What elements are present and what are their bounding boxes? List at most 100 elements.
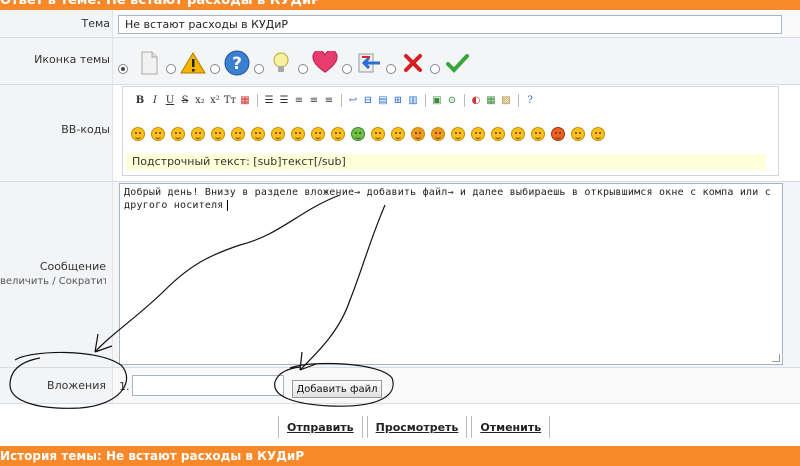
subject-input[interactable]: [118, 15, 782, 34]
list-button[interactable]: ☰: [262, 93, 276, 107]
radio-button[interactable]: [298, 64, 308, 74]
radio-button[interactable]: [386, 64, 396, 74]
link-button[interactable]: ↩: [346, 93, 360, 107]
form-actions: Отправить Просмотреть Отменить: [278, 416, 554, 438]
topic-icon-option-cross[interactable]: [386, 50, 426, 76]
topic-icon-option-redirect[interactable]: [342, 50, 382, 76]
spoiler-button[interactable]: ▥: [406, 93, 420, 107]
lightbulb-icon: [268, 50, 294, 76]
smiley-icon[interactable]: [211, 127, 225, 141]
check-icon: [444, 50, 470, 76]
bbcodes-label: BB-коды: [61, 123, 110, 136]
attachment-index: 1.: [119, 380, 130, 393]
smiley-icon[interactable]: [291, 127, 305, 141]
warning-icon: [180, 50, 206, 76]
toolbar-separator: [257, 93, 258, 107]
topic-history-title: История темы: Не встают расходы в КУДиР: [0, 449, 305, 463]
smiley-icon[interactable]: [271, 127, 285, 141]
video-button[interactable]: ▦: [484, 93, 498, 107]
smiley-icon[interactable]: [471, 127, 485, 141]
smiley-icon[interactable]: [351, 127, 365, 141]
underline-button[interactable]: U: [163, 93, 177, 107]
smiley-icon[interactable]: [571, 127, 585, 141]
radio-button[interactable]: [210, 64, 220, 74]
subscript-button[interactable]: x₂: [193, 93, 207, 107]
message-textarea[interactable]: Добрый день! Внизу в разделе вложение→ д…: [119, 183, 783, 365]
smiley-icon[interactable]: [591, 127, 605, 141]
topic-icon-option-none[interactable]: [118, 64, 132, 76]
superscript-button[interactable]: x²: [208, 93, 222, 107]
smiley-icon[interactable]: [431, 127, 445, 141]
topic-icon-option-warning[interactable]: [166, 50, 206, 76]
toolbar-separator: [425, 93, 426, 107]
subject-label: Тема: [81, 17, 110, 30]
flash-button[interactable]: ◐: [469, 93, 483, 107]
attachments-label: Вложения: [47, 379, 106, 392]
cancel-button[interactable]: Отменить: [471, 416, 551, 438]
reply-header-bar: Ответ в теме: Не встают расходы в КУДиР: [0, 0, 800, 10]
radio-button[interactable]: [342, 64, 352, 74]
quote-button[interactable]: ⊟: [361, 93, 375, 107]
smiley-icon[interactable]: [311, 127, 325, 141]
topic-icon-option-heart[interactable]: [298, 50, 338, 76]
message-label: Сообщение: [39, 260, 106, 273]
bold-button[interactable]: B: [133, 93, 147, 107]
smiley-icon[interactable]: [531, 127, 545, 141]
font-size-button[interactable]: Tт: [223, 93, 237, 107]
smiley-icon[interactable]: [411, 127, 425, 141]
radio-button[interactable]: [166, 64, 176, 74]
smiley-icon[interactable]: [131, 127, 145, 141]
table-button[interactable]: ⊞: [391, 93, 405, 107]
email-button[interactable]: ⊙: [445, 93, 459, 107]
send-button[interactable]: Отправить: [278, 416, 363, 438]
smiley-icon[interactable]: [551, 127, 565, 141]
smiley-icon[interactable]: [231, 127, 245, 141]
topic-icon-option-document[interactable]: [136, 50, 162, 76]
code-button[interactable]: ▤: [376, 93, 390, 107]
toolbar-separator: [518, 93, 519, 107]
topic-icon-label: Иконка темы: [34, 53, 110, 66]
topic-icon-option-lightbulb[interactable]: [254, 50, 294, 76]
align-left-button[interactable]: ≡: [292, 93, 306, 107]
smiley-icon[interactable]: [391, 127, 405, 141]
align-right-button[interactable]: ≡: [322, 93, 336, 107]
smiley-icon[interactable]: [331, 127, 345, 141]
cross-icon: [400, 50, 426, 76]
align-center-button[interactable]: ≡: [307, 93, 321, 107]
smiley-icon[interactable]: [251, 127, 265, 141]
color-button[interactable]: ▦: [238, 93, 252, 107]
smiley-icon[interactable]: [171, 127, 185, 141]
attachment-file-field[interactable]: [132, 375, 284, 396]
redirect-icon: [356, 50, 382, 76]
smiley-list: [131, 127, 611, 141]
smiley-icon[interactable]: [191, 127, 205, 141]
radio-button[interactable]: [430, 64, 440, 74]
italic-button[interactable]: I: [148, 93, 162, 107]
heart-icon: [312, 50, 338, 76]
toolbar-separator: [464, 93, 465, 107]
resize-links[interactable]: величить / Сократить: [0, 276, 106, 287]
add-file-button[interactable]: Добавить файл: [292, 380, 382, 398]
smiley-icon[interactable]: [451, 127, 465, 141]
smiley-icon[interactable]: [511, 127, 525, 141]
question-icon: ?: [224, 50, 250, 76]
ordered-list-button[interactable]: ☰: [277, 93, 291, 107]
smiley-icon[interactable]: [151, 127, 165, 141]
svg-text:?: ?: [232, 54, 242, 74]
radio-button[interactable]: [254, 64, 264, 74]
radio-button[interactable]: [118, 64, 128, 74]
resize-grip-icon[interactable]: [772, 354, 780, 362]
image-button[interactable]: ▣: [430, 93, 444, 107]
map-button[interactable]: ▨: [499, 93, 513, 107]
topic-icon-option-check[interactable]: [430, 50, 470, 76]
strike-button[interactable]: S: [178, 93, 192, 107]
bbcode-hint: Подстрочный текст: [sub]текст[/sub]: [126, 154, 766, 170]
help-button[interactable]: ?: [523, 93, 537, 107]
preview-button[interactable]: Просмотреть: [366, 416, 468, 438]
document-icon: [136, 50, 162, 76]
smiley-icon[interactable]: [491, 127, 505, 141]
topic-icon-option-question[interactable]: ?: [210, 50, 250, 76]
reply-header-title: Ответ в теме: Не встают расходы в КУДиР: [0, 0, 321, 8]
smiley-icon[interactable]: [371, 127, 385, 141]
topic-icon-options: ?: [118, 44, 474, 76]
